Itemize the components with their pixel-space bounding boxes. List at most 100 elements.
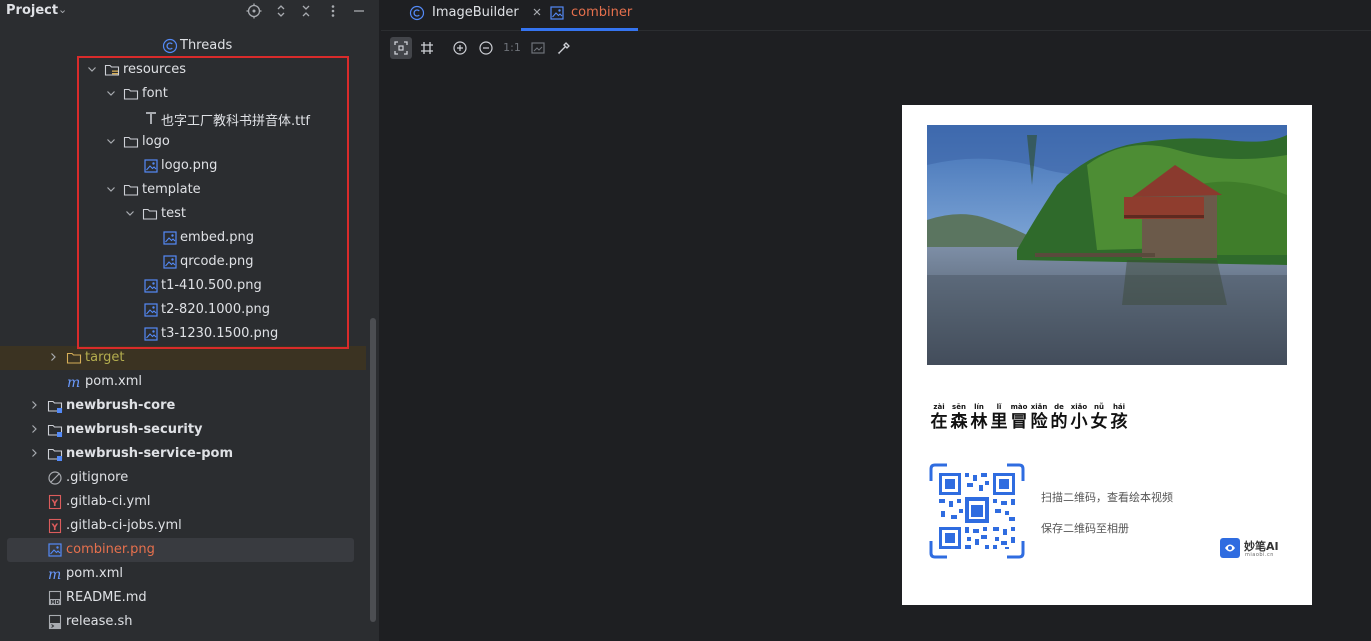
svg-text:m: m <box>48 567 61 582</box>
tree-item-root-pom[interactable]: m pom.xml <box>0 562 366 586</box>
hanzi: 的 <box>1050 412 1068 432</box>
more-options-icon[interactable] <box>325 3 341 19</box>
pinyin: hái <box>1112 403 1126 411</box>
tree-item-gitlab-ci[interactable]: Y .gitlab-ci.yml <box>0 490 366 514</box>
tree-item-label: .gitignore <box>66 470 129 485</box>
tree-item-pom[interactable]: m pom.xml <box>0 370 366 394</box>
tree-item-qrcode-png[interactable]: qrcode.png <box>0 250 366 274</box>
hanzi: 女 <box>1090 412 1108 432</box>
tree-item-logo-folder[interactable]: logo <box>0 130 366 154</box>
grid-button[interactable] <box>416 37 438 59</box>
tree-scrollbar[interactable] <box>370 318 376 622</box>
tree-item-gitlab-ci-jobs[interactable]: Y .gitlab-ci-jobs.yml <box>0 514 366 538</box>
tree-item-logo-png[interactable]: logo.png <box>0 154 366 178</box>
hanzi: 险 <box>1030 412 1048 432</box>
pinyin: lín <box>974 403 984 411</box>
qr-scan-hint: 扫描二维码，查看绘本视频 <box>1041 491 1173 504</box>
locate-icon[interactable] <box>246 3 262 19</box>
tree-item-release-sh[interactable]: release.sh <box>0 610 366 634</box>
brand-domain: miaobi.cn <box>1245 552 1274 558</box>
chevron-right-icon[interactable] <box>28 447 40 459</box>
lake-house-photo <box>927 125 1287 365</box>
tree-item-template[interactable]: template <box>0 178 366 202</box>
tree-item-label: t2-820.1000.png <box>161 302 270 317</box>
chevron-down-icon[interactable] <box>86 63 98 75</box>
zoom-out-button[interactable] <box>475 37 497 59</box>
hanzi: 在 <box>930 412 948 432</box>
tab-combiner[interactable]: combiner <box>531 0 641 31</box>
shell-icon <box>47 614 63 630</box>
tree-item-label: logo <box>142 134 170 149</box>
chevron-right-icon[interactable] <box>28 399 40 411</box>
project-view-title[interactable]: Project <box>6 3 58 18</box>
hanzi: 孩 <box>1110 412 1128 432</box>
font-file-icon <box>143 110 159 126</box>
chevron-right-icon[interactable] <box>47 351 59 363</box>
close-icon[interactable] <box>531 6 543 18</box>
tree-item-newbrush-core[interactable]: newbrush-core <box>0 394 366 418</box>
chevron-down-icon[interactable] <box>124 207 136 219</box>
expand-collapse-icon[interactable] <box>273 3 289 19</box>
tree-item-label: newbrush-core <box>66 398 176 413</box>
zoom-in-button[interactable] <box>449 37 471 59</box>
chevron-down-icon[interactable] <box>105 135 117 147</box>
folder-icon <box>142 206 158 222</box>
pinyin: xiǎo <box>1070 403 1088 411</box>
hanzi: 林 <box>970 412 988 432</box>
tree-item-test[interactable]: test <box>0 202 366 226</box>
tree-item-label: 也字工厂教科书拼音体.ttf <box>161 114 310 129</box>
ignore-icon <box>47 470 63 486</box>
tree-item-t2-png[interactable]: t2-820.1000.png <box>0 298 366 322</box>
tree-item-gitignore[interactable]: .gitignore <box>0 466 366 490</box>
tree-item-readme[interactable]: MD README.md <box>0 586 366 610</box>
hanzi: 里 <box>990 412 1008 432</box>
tree-item-threads[interactable]: Threads <box>0 34 366 58</box>
eyedropper-icon <box>557 42 570 55</box>
yaml-icon: Y <box>47 494 63 510</box>
zoom-in-icon <box>453 41 467 55</box>
tree-item-label: t1-410.500.png <box>161 278 262 293</box>
fit-zoom-icon <box>394 41 408 55</box>
hanzi: 森 <box>950 412 968 432</box>
tree-item-label: target <box>85 350 125 365</box>
tree-item-combiner-png[interactable]: combiner.png <box>7 538 354 562</box>
image-file-icon <box>143 302 159 318</box>
svg-text:Y: Y <box>51 499 59 509</box>
ruby-char: zài 在 <box>929 403 949 432</box>
ruby-char: nǚ 女 <box>1089 403 1109 432</box>
folder-icon <box>123 182 139 198</box>
pinyin: sēn <box>952 403 966 411</box>
tree-item-label: pom.xml <box>66 566 123 581</box>
tree-item-newbrush-security[interactable]: newbrush-security <box>0 418 366 442</box>
actual-size-button[interactable]: 1:1 <box>501 37 523 59</box>
pinyin: zài <box>933 403 945 411</box>
folder-icon <box>123 134 139 150</box>
tree-item-target[interactable]: target <box>0 346 366 370</box>
chevron-down-icon[interactable] <box>105 87 117 99</box>
chevron-down-icon[interactable] <box>105 183 117 195</box>
tree-item-newbrush-service-pom[interactable]: newbrush-service-pom <box>0 442 366 466</box>
tree-item-t3-png[interactable]: t3-1230.1500.png <box>0 322 366 346</box>
module-icon <box>47 446 63 462</box>
fit-zoom-button[interactable] <box>390 37 412 59</box>
color-picker-button[interactable] <box>553 37 575 59</box>
ruby-char: lǐ 里 <box>989 403 1009 432</box>
minimize-icon[interactable] <box>351 3 367 19</box>
tab-imagebuilder[interactable]: ImageBuilder <box>409 0 519 31</box>
tree-item-label: logo.png <box>161 158 218 173</box>
maven-icon: m <box>47 566 63 583</box>
close-tree-icon[interactable] <box>298 3 314 19</box>
hanzi: 冒 <box>1010 412 1028 432</box>
ruby-char: de 的 <box>1049 403 1069 432</box>
background-toggle-button[interactable] <box>527 37 549 59</box>
chevron-down-icon[interactable]: ⌄ <box>58 3 67 16</box>
tree-item-font-file[interactable]: 也字工厂教科书拼音体.ttf <box>0 106 366 130</box>
tree-item-resources[interactable]: resources <box>0 58 366 82</box>
tree-item-t1-png[interactable]: t1-410.500.png <box>0 274 366 298</box>
tree-item-embed-png[interactable]: embed.png <box>0 226 366 250</box>
image-file-icon <box>162 254 178 270</box>
tree-item-font[interactable]: font <box>0 82 366 106</box>
ruby-char: xiǎn 险 <box>1029 403 1049 432</box>
chevron-right-icon[interactable] <box>28 423 40 435</box>
tree-item-label: release.sh <box>66 614 133 629</box>
